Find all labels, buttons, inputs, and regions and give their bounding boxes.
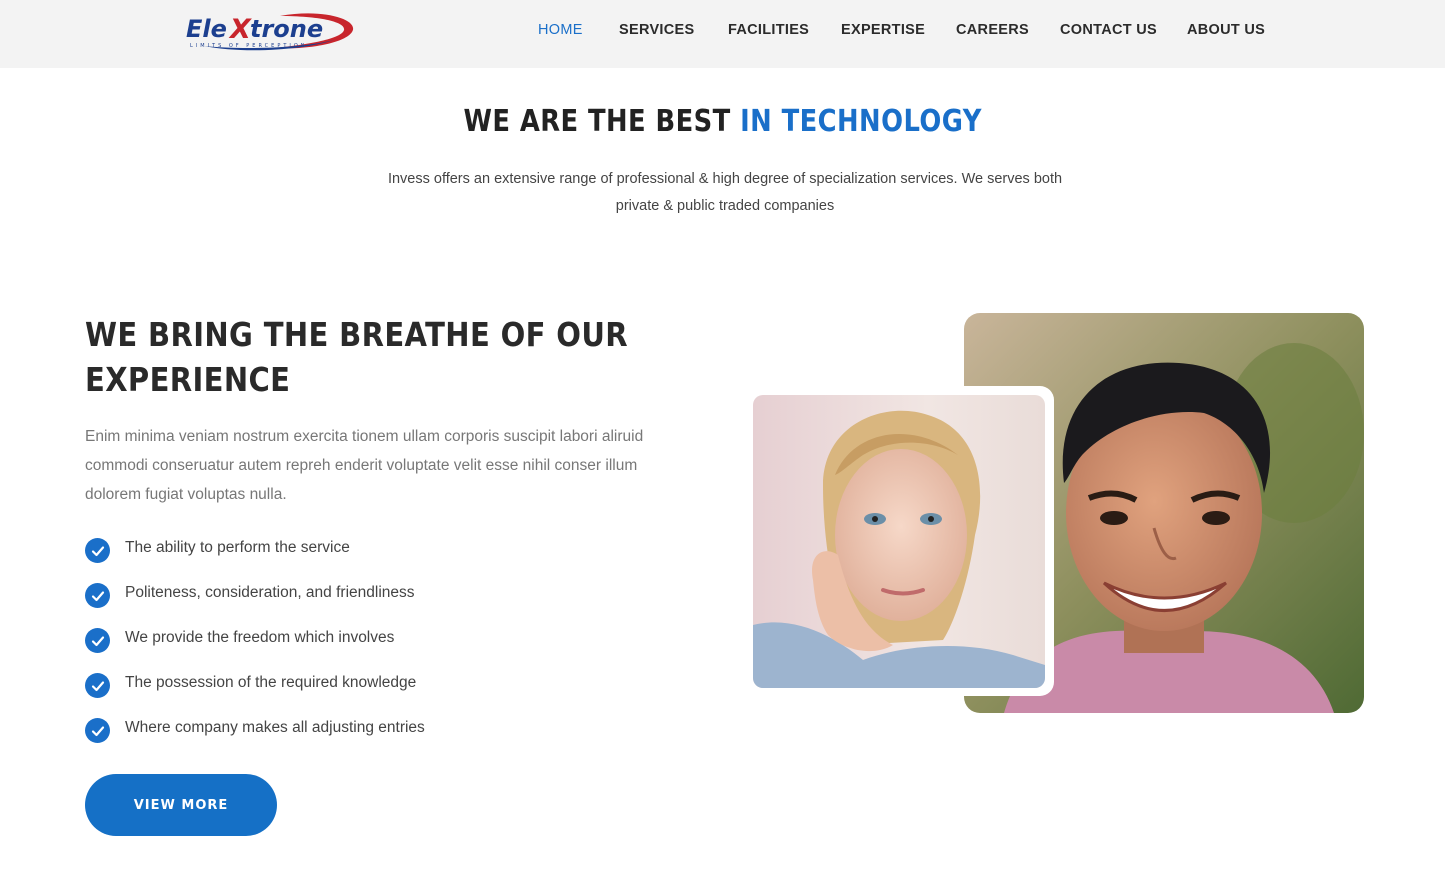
list-item: Where company makes all adjusting entrie… [85,715,685,760]
nav-facilities[interactable]: FACILITIES [728,22,809,38]
svg-text:Ele: Ele [186,15,227,43]
check-circle-icon [85,583,110,608]
list-item: The ability to perform the service [85,535,685,580]
intro-text: Invess offers an extensive range of prof… [387,171,1063,214]
experience-title: WE BRING THE BREATHE OF OUR EXPERIENCE [85,315,628,399]
intro-title-accent: IN TECHNOLOGY [740,104,982,139]
svg-text:trone: trone [250,15,323,43]
list-item: Politeness, consideration, and friendlin… [85,580,685,625]
feature-list: The ability to perform the service Polit… [85,535,685,760]
feature-text: The ability to perform the service [125,539,350,556]
svg-text:X: X [228,14,252,45]
feature-text: The possession of the required knowledge [125,674,417,691]
feature-text: Politeness, consideration, and friendlin… [125,584,415,601]
nav-careers[interactable]: CAREERS [956,22,1029,38]
brand-logo[interactable]: Ele X trone LIMITS OF PERCEPTION [184,10,356,52]
feature-text: Where company makes all adjusting entrie… [125,719,425,736]
view-more-button[interactable]: VIEW MORE [85,774,277,836]
svg-text:LIMITS OF PERCEPTION: LIMITS OF PERCEPTION [190,43,308,49]
nav-home[interactable]: HOME [538,22,583,38]
check-circle-icon [85,673,110,698]
nav-services[interactable]: SERVICES [619,22,694,38]
nav-about-us[interactable]: ABOUT US [1187,22,1265,38]
check-circle-icon [85,718,110,743]
intro-title-main: WE ARE THE BEST [463,104,741,139]
woman-portrait-image [753,395,1045,688]
nav-expertise[interactable]: EXPERTISE [841,22,925,38]
check-circle-icon [85,628,110,653]
nav-contact-us[interactable]: CONTACT US [1060,22,1157,38]
feature-text: We provide the freedom which involves [125,629,395,646]
experience-text: Enim minima veniam nostrum exercita tion… [85,428,644,503]
intro-title: WE ARE THE BEST IN TECHNOLOGY [101,104,1344,139]
list-item: The possession of the required knowledge [85,670,685,715]
check-circle-icon [85,538,110,563]
list-item: We provide the freedom which involves [85,625,685,670]
site-header: Ele X trone LIMITS OF PERCEPTION HOME SE… [0,0,1445,68]
